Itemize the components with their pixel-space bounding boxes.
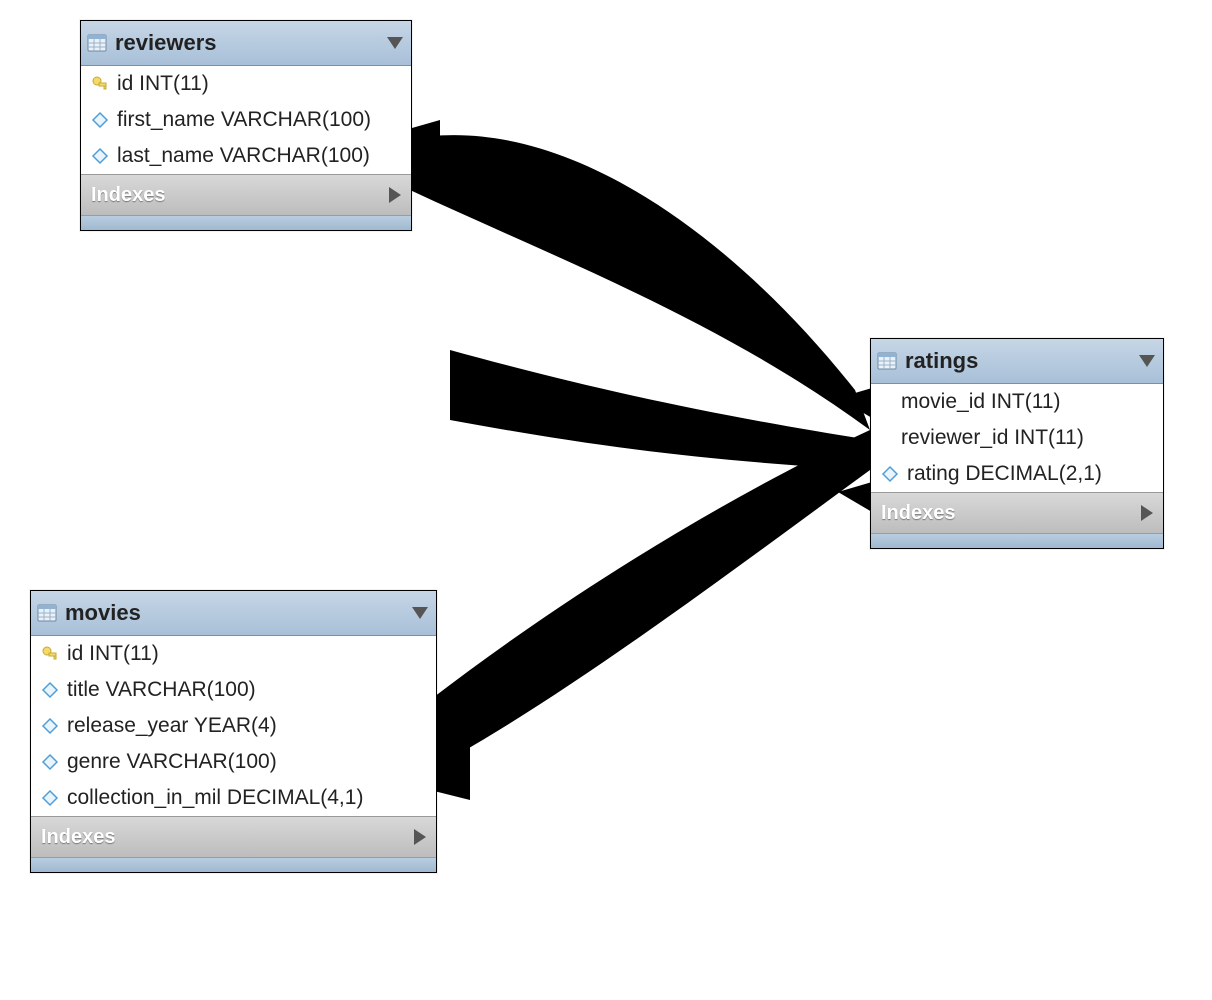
column-label: id INT(11) <box>67 642 159 666</box>
column-row[interactable]: title VARCHAR(100) <box>31 672 436 708</box>
key-icon <box>41 645 59 663</box>
crowsfoot-ratings-mid <box>838 435 872 465</box>
column-label: release_year YEAR(4) <box>67 714 277 738</box>
indexes-label: Indexes <box>881 502 955 525</box>
column-row[interactable]: reviewer_id INT(11) <box>871 420 1163 456</box>
column-row[interactable]: last_name VARCHAR(100) <box>81 138 411 174</box>
diamond-icon <box>91 111 109 129</box>
table-icon <box>37 604 57 622</box>
crowsfoot-ratings-bot <box>838 482 872 512</box>
table-header[interactable]: ratings <box>871 339 1163 384</box>
relationship-reviewers-ratings <box>405 135 870 430</box>
table-title: reviewers <box>115 30 379 56</box>
table-header[interactable]: movies <box>31 591 436 636</box>
column-row[interactable]: first_name VARCHAR(100) <box>81 102 411 138</box>
crowsfoot-ratings-top <box>838 388 872 418</box>
column-label: first_name VARCHAR(100) <box>117 108 371 132</box>
indexes-section[interactable]: Indexes <box>31 816 436 857</box>
indexes-label: Indexes <box>91 184 165 207</box>
diamond-icon <box>91 147 109 165</box>
indexes-section[interactable]: Indexes <box>871 492 1163 533</box>
indexes-section[interactable]: Indexes <box>81 174 411 215</box>
column-list: id INT(11) title VARCHAR(100) release_ye… <box>31 636 436 816</box>
table-movies[interactable]: movies id INT(11) title VARCHAR(100) rel… <box>30 590 437 873</box>
expand-icon[interactable] <box>389 187 401 203</box>
table-title: movies <box>65 600 404 626</box>
column-label: last_name VARCHAR(100) <box>117 144 370 168</box>
diamond-icon <box>881 465 899 483</box>
column-label: genre VARCHAR(100) <box>67 750 277 774</box>
column-row[interactable]: id INT(11) <box>81 66 411 102</box>
column-label: rating DECIMAL(2,1) <box>907 462 1102 486</box>
relationship-movies-ratings <box>430 430 870 770</box>
key-icon <box>91 75 109 93</box>
table-footer-strip <box>31 857 436 872</box>
relationship-mass-middle <box>450 350 870 470</box>
diamond-icon <box>41 789 59 807</box>
table-ratings[interactable]: ratings movie_id INT(11) reviewer_id INT… <box>870 338 1164 549</box>
column-label: reviewer_id INT(11) <box>901 426 1084 450</box>
column-label: collection_in_mil DECIMAL(4,1) <box>67 786 363 810</box>
collapse-icon[interactable] <box>1139 355 1155 367</box>
column-row[interactable]: collection_in_mil DECIMAL(4,1) <box>31 780 436 816</box>
table-icon <box>877 352 897 370</box>
table-header[interactable]: reviewers <box>81 21 411 66</box>
collapse-icon[interactable] <box>412 607 428 619</box>
table-reviewers[interactable]: reviewers id INT(11) first_name VARCHAR(… <box>80 20 412 231</box>
column-list: id INT(11) first_name VARCHAR(100) last_… <box>81 66 411 174</box>
table-icon <box>87 34 107 52</box>
column-row[interactable]: release_year YEAR(4) <box>31 708 436 744</box>
table-footer-strip <box>81 215 411 230</box>
column-label: title VARCHAR(100) <box>67 678 256 702</box>
column-row[interactable]: id INT(11) <box>31 636 436 672</box>
diamond-icon <box>41 681 59 699</box>
column-row[interactable]: genre VARCHAR(100) <box>31 744 436 780</box>
column-list: movie_id INT(11) reviewer_id INT(11) rat… <box>871 384 1163 492</box>
column-label: movie_id INT(11) <box>901 390 1061 414</box>
diamond-icon <box>41 717 59 735</box>
table-footer-strip <box>871 533 1163 548</box>
diamond-icon <box>41 753 59 771</box>
column-row[interactable]: movie_id INT(11) <box>871 384 1163 420</box>
collapse-icon[interactable] <box>387 37 403 49</box>
expand-icon[interactable] <box>414 829 426 845</box>
column-label: id INT(11) <box>117 72 209 96</box>
column-row[interactable]: rating DECIMAL(2,1) <box>871 456 1163 492</box>
expand-icon[interactable] <box>1141 505 1153 521</box>
table-title: ratings <box>905 348 1131 374</box>
indexes-label: Indexes <box>41 826 115 849</box>
